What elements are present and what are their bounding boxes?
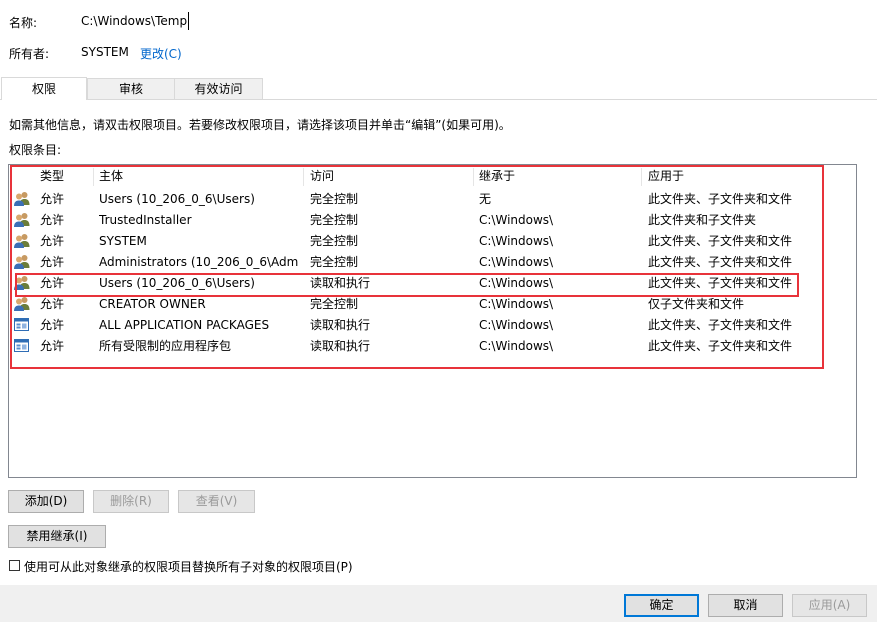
cell-access: 完全控制	[310, 234, 359, 248]
cell-principal: Users (10_206_0_6\Users)	[99, 276, 255, 290]
permission-entry-row[interactable]: 允许 Administrators (10_206_0_6\Adm... 完全控制 C…	[9, 252, 855, 273]
replace-child-permissions-checkbox[interactable]	[9, 560, 20, 571]
column-separator[interactable]	[303, 168, 304, 186]
cell-applies: 此文件夹、子文件夹和文件	[648, 276, 793, 290]
cell-access: 读取和执行	[310, 339, 371, 353]
permission-entry-row[interactable]: 允许 TrustedInstaller 完全控制 C:\Windows\ 此文件夹和子文…	[9, 210, 855, 231]
cell-type: 允许	[40, 234, 65, 248]
cell-applies: 此文件夹、子文件夹和文件	[648, 234, 793, 248]
object-name-value[interactable]: C:\Windows\Temp	[81, 14, 187, 28]
cell-inherited: C:\Windows\	[479, 213, 554, 227]
app-package-icon	[13, 338, 31, 354]
cell-access: 完全控制	[310, 213, 359, 227]
cell-access: 读取和执行	[310, 318, 371, 332]
cell-type: 允许	[40, 297, 65, 311]
cell-type: 允许	[40, 213, 65, 227]
user-group-icon	[13, 191, 31, 207]
column-header-type[interactable]: 类型	[40, 166, 64, 187]
replace-child-permissions-label[interactable]: 使用可从此对象继承的权限项目替换所有子对象的权限项目(P)	[24, 558, 353, 575]
column-separator[interactable]	[641, 168, 642, 186]
permission-entry-row[interactable]: 允许 CREATOR OWNER 完全控制 C:\Windows\ 仅子文件夹和文件	[9, 294, 855, 315]
apply-button[interactable]: 应用(A)	[792, 594, 867, 617]
text-caret	[188, 12, 189, 30]
tab-effective-access[interactable]: 有效访问	[174, 78, 263, 99]
cell-inherited: C:\Windows\	[479, 339, 554, 353]
cell-inherited: C:\Windows\	[479, 318, 554, 332]
permission-entry-row[interactable]: 允许 Users (10_206_0_6\Users) 完全控制 无 此文件夹、子文件夹…	[9, 189, 855, 210]
cancel-button[interactable]: 取消	[708, 594, 783, 617]
permission-entries-label: 权限条目:	[9, 143, 62, 157]
view-button[interactable]: 查看(V)	[178, 490, 255, 513]
cell-access: 读取和执行	[310, 276, 371, 290]
cell-principal: ALL APPLICATION PACKAGES	[99, 318, 270, 332]
column-header-principal[interactable]: 主体	[99, 166, 123, 187]
remove-button[interactable]: 删除(R)	[93, 490, 169, 513]
disable-inheritance-button[interactable]: 禁用继承(I)	[8, 525, 106, 548]
add-button[interactable]: 添加(D)	[8, 490, 84, 513]
cell-inherited: C:\Windows\	[479, 234, 554, 248]
cell-inherited: C:\Windows\	[479, 297, 554, 311]
cell-access: 完全控制	[310, 192, 359, 206]
user-group-icon	[13, 254, 31, 270]
column-separator[interactable]	[93, 168, 94, 186]
user-group-icon	[13, 275, 31, 291]
tab-auditing[interactable]: 审核	[87, 78, 175, 99]
cell-type: 允许	[40, 276, 65, 290]
cell-principal: SYSTEM	[99, 234, 147, 248]
cell-principal: Administrators (10_206_0_6\Adm...	[99, 255, 299, 269]
cell-type: 允许	[40, 192, 65, 206]
app-package-icon	[13, 317, 31, 333]
cell-inherited: 无	[479, 192, 492, 206]
cell-applies: 此文件夹、子文件夹和文件	[648, 255, 793, 269]
permission-entry-row[interactable]: 允许 SYSTEM 完全控制 C:\Windows\ 此文件夹、子文件夹和文件	[9, 231, 855, 252]
cell-type: 允许	[40, 318, 65, 332]
cell-applies: 此文件夹、子文件夹和文件	[648, 192, 793, 206]
ok-button[interactable]: 确定	[624, 594, 699, 617]
owner-value: SYSTEM	[81, 45, 129, 59]
permission-entry-row[interactable]: 允许 所有受限制的应用程序包 读取和执行 C:\Windows\ 此文件夹、子文件夹和文…	[9, 336, 855, 357]
name-label: 名称:	[9, 16, 38, 30]
cell-principal: CREATOR OWNER	[99, 297, 206, 311]
cell-applies: 此文件夹和子文件夹	[648, 213, 757, 227]
cell-inherited: C:\Windows\	[479, 255, 554, 269]
cell-principal: 所有受限制的应用程序包	[99, 339, 232, 353]
change-owner-link[interactable]: 更改(C)	[140, 45, 182, 62]
owner-label: 所有者:	[9, 47, 50, 61]
permission-entry-row[interactable]: 允许 ALL APPLICATION PACKAGES 读取和执行 C:\Window…	[9, 315, 855, 336]
user-group-icon	[13, 212, 31, 228]
cell-type: 允许	[40, 339, 65, 353]
cell-applies: 此文件夹、子文件夹和文件	[648, 339, 793, 353]
tab-permissions[interactable]: 权限	[1, 77, 87, 100]
cell-type: 允许	[40, 255, 65, 269]
cell-access: 完全控制	[310, 255, 359, 269]
column-separator[interactable]	[473, 168, 474, 186]
permission-entry-row[interactable]: 允许 Users (10_206_0_6\Users) 读取和执行 C:\Window…	[9, 273, 855, 294]
user-group-icon	[13, 233, 31, 249]
info-text: 如需其他信息，请双击权限项目。若要修改权限项目，请选择该项目并单击“编辑”(如果…	[9, 118, 511, 132]
user-group-icon	[13, 296, 31, 312]
cell-principal: Users (10_206_0_6\Users)	[99, 192, 255, 206]
column-header-applies-to[interactable]: 应用于	[648, 166, 684, 187]
cell-applies: 仅子文件夹和文件	[648, 297, 745, 311]
cell-access: 完全控制	[310, 297, 359, 311]
cell-applies: 此文件夹、子文件夹和文件	[648, 318, 793, 332]
cell-inherited: C:\Windows\	[479, 276, 554, 290]
column-header-inherited-from[interactable]: 继承于	[479, 166, 515, 187]
cell-principal: TrustedInstaller	[99, 213, 192, 227]
column-header-access[interactable]: 访问	[310, 166, 334, 187]
